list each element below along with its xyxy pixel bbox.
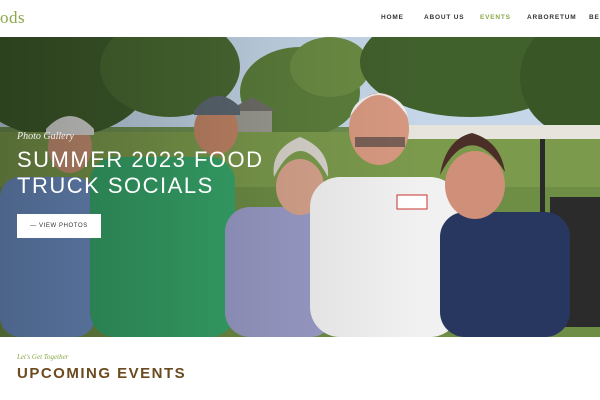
- events-kicker: Let's Get Together: [17, 353, 69, 361]
- hero-kicker: Photo Gallery: [17, 131, 74, 142]
- site-header: ods HOME ABOUT US EVENTS ARBORETUM BE: [0, 0, 600, 37]
- upcoming-events-section: Let's Get Together UPCOMING EVENTS: [0, 337, 600, 400]
- nav-item-overflow[interactable]: BE: [589, 14, 600, 21]
- hero-title-line-2: TRUCK SOCIALS: [17, 173, 214, 198]
- main-nav: HOME ABOUT US EVENTS ARBORETUM BE: [0, 14, 600, 26]
- hero-banner: Photo Gallery SUMMER 2023 FOOD TRUCK SOC…: [0, 37, 600, 337]
- nav-item-arboretum[interactable]: ARBORETUM: [527, 14, 576, 21]
- hero-title-line-1: SUMMER 2023 FOOD: [17, 147, 264, 172]
- nav-item-home[interactable]: HOME: [381, 14, 404, 21]
- nav-item-about-us[interactable]: ABOUT US: [424, 14, 464, 21]
- events-title: UPCOMING EVENTS: [17, 365, 187, 382]
- hero-title: SUMMER 2023 FOOD TRUCK SOCIALS: [17, 147, 317, 199]
- view-photos-button[interactable]: — VIEW PHOTOS: [17, 214, 101, 238]
- nav-item-events[interactable]: EVENTS: [480, 14, 511, 21]
